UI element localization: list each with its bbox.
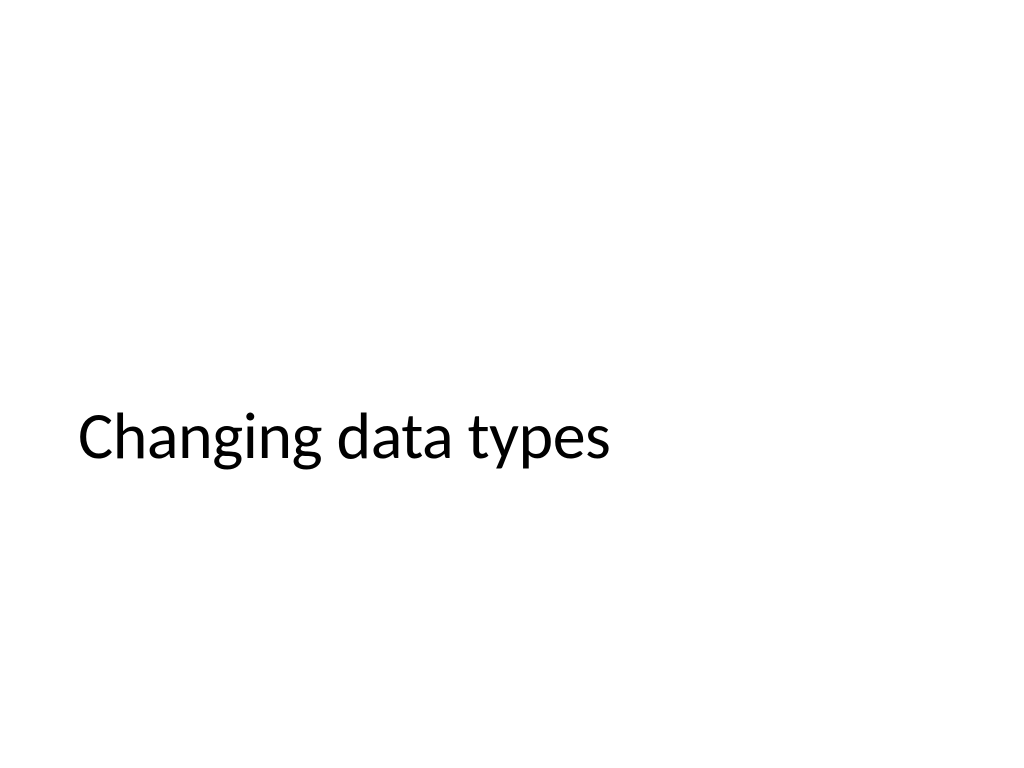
slide-title: Changing data types	[78, 395, 610, 476]
